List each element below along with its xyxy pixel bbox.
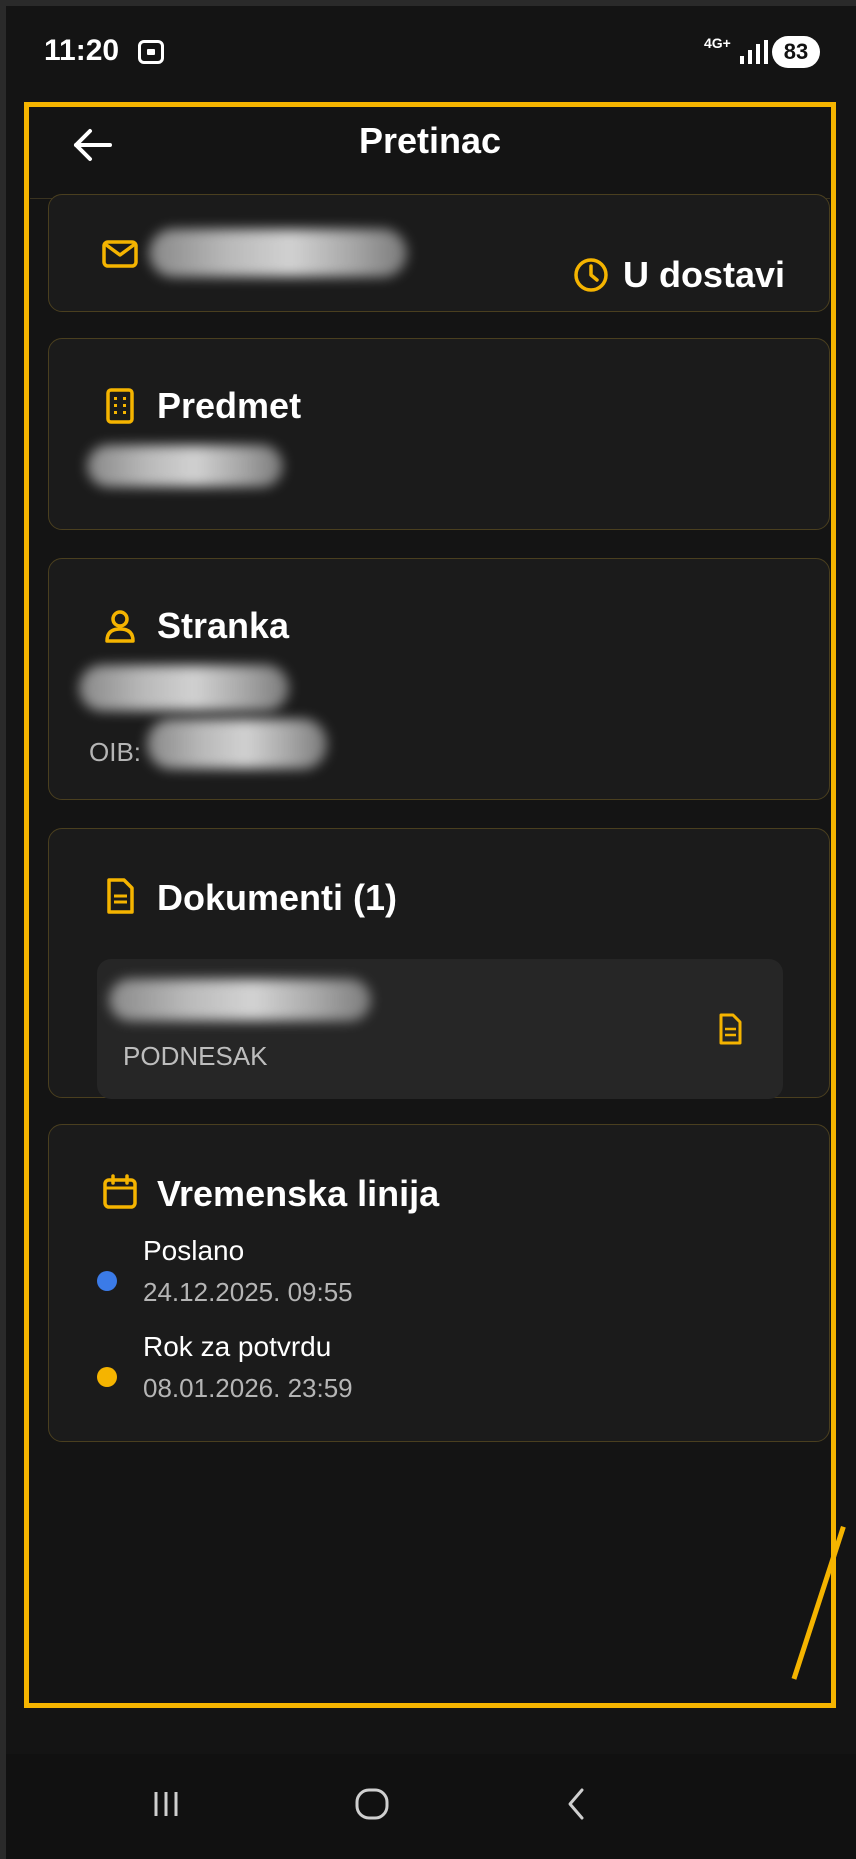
timeline-event-label: Poslano — [143, 1235, 245, 1266]
status-badge: U dostavi — [573, 253, 785, 297]
message-card: U dostavi — [48, 194, 830, 312]
documents-card: Dokumenti (1) PODNESAK — [48, 828, 830, 1099]
user-icon — [105, 610, 135, 643]
timeline-event: Rok za potvrdu 08.01.2026. 23:59 — [97, 1331, 697, 1411]
timeline-dot-blue — [97, 1271, 117, 1291]
building-icon — [106, 388, 134, 424]
redacted-subject-number — [87, 445, 283, 487]
page-title: Pretinac — [358, 120, 502, 161]
calendar-icon — [103, 1174, 137, 1209]
document-list-item[interactable]: PODNESAK — [97, 959, 783, 1099]
recent-apps-icon — [154, 1792, 178, 1816]
redacted-document-name — [109, 979, 371, 1021]
timeline-card: Vremenska linija Poslano 24.12.2025. 09:… — [48, 1124, 830, 1442]
phone-screen: 11:20 4G+ 83 Pretinac U dostavi Predmet … — [6, 6, 856, 1859]
envelope-icon — [102, 240, 138, 268]
status-label: U dostavi — [622, 254, 785, 295]
network-type: 4G+ — [704, 35, 731, 51]
redacted-oib — [147, 719, 327, 769]
timeline-title: Vremenska linija — [157, 1173, 440, 1214]
party-title: Stranka — [157, 605, 290, 646]
oib-label: OIB: — [89, 737, 142, 767]
timeline-dot-yellow — [97, 1367, 117, 1387]
party-card: Stranka OIB: — [48, 558, 830, 800]
open-document-icon[interactable] — [715, 1013, 745, 1045]
subject-card: Predmet — [48, 338, 830, 530]
system-navigation-bar — [6, 1754, 856, 1859]
redacted-message-id — [149, 229, 407, 277]
status-time: 11:20 — [44, 34, 120, 67]
clock-icon — [574, 258, 608, 292]
system-back-button[interactable] — [536, 1774, 616, 1834]
redacted-party-name — [79, 665, 289, 711]
highlight-pointer — [791, 1526, 846, 1680]
timeline-event: Poslano 24.12.2025. 09:55 — [97, 1235, 697, 1315]
home-icon — [355, 1788, 389, 1820]
signal-icon — [740, 40, 768, 64]
battery-indicator: 83 — [772, 36, 820, 68]
document-type: PODNESAK — [123, 1041, 268, 1071]
recent-apps-button[interactable] — [126, 1774, 206, 1834]
timeline-event-date: 24.12.2025. 09:55 — [143, 1277, 353, 1307]
timeline-event-date: 08.01.2026. 23:59 — [143, 1373, 353, 1403]
app-header: Pretinac — [30, 106, 830, 199]
document-icon — [107, 878, 134, 914]
timeline-event-label: Rok za potvrdu — [143, 1331, 332, 1362]
documents-title: Dokumenti (1) — [157, 877, 398, 918]
screenshot-icon — [138, 40, 164, 64]
home-button[interactable] — [332, 1774, 412, 1834]
subject-title: Predmet — [157, 385, 302, 426]
status-bar: 11:20 4G+ 83 — [6, 6, 856, 96]
chevron-left-icon — [568, 1788, 584, 1820]
